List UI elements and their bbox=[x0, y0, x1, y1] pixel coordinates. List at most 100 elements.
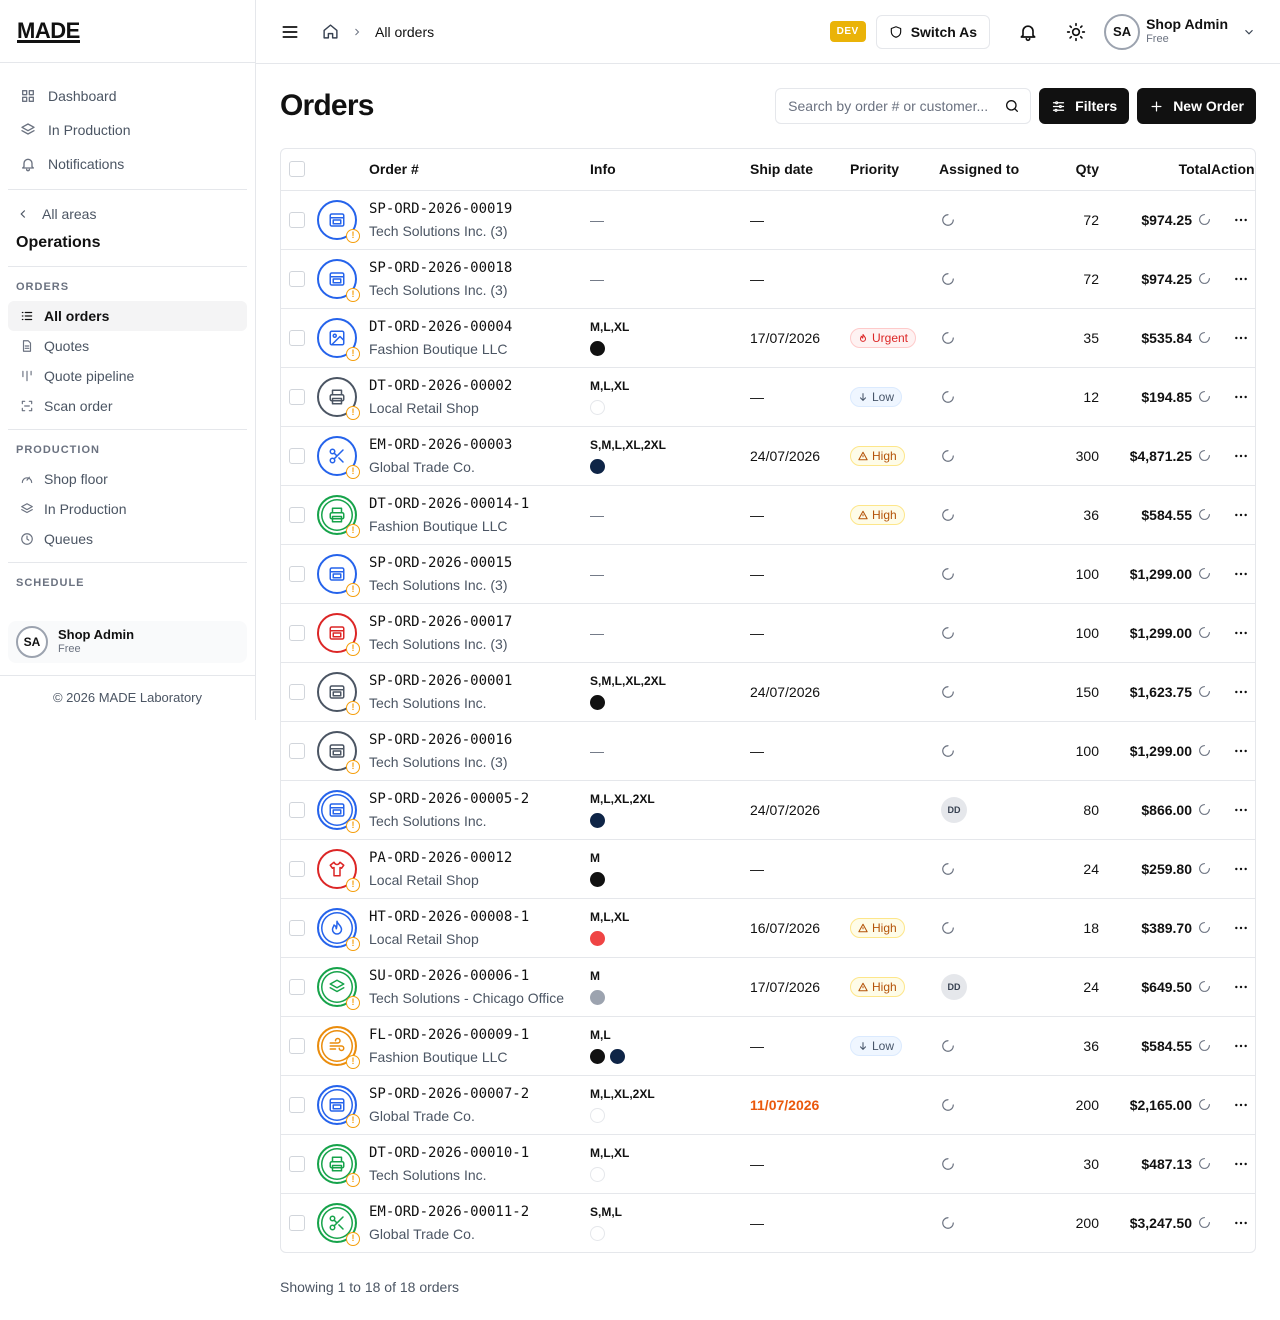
more-actions-icon[interactable] bbox=[1233, 743, 1249, 759]
more-actions-icon[interactable] bbox=[1233, 330, 1249, 346]
sidebar-item-notifications[interactable]: Notifications bbox=[8, 147, 247, 181]
order-number[interactable]: HT-ORD-2026-00008-1 bbox=[369, 906, 590, 928]
switch-as-button[interactable]: Switch As bbox=[875, 14, 991, 49]
bell-icon[interactable] bbox=[1018, 22, 1038, 42]
table-row[interactable]: ! SP-ORD-2026-00001 Tech Solutions Inc. S,M… bbox=[281, 662, 1255, 722]
sidebar-item-in-production[interactable]: In Production bbox=[8, 113, 247, 147]
more-actions-icon[interactable] bbox=[1233, 507, 1249, 523]
column-header-order[interactable]: Order # bbox=[369, 149, 590, 191]
more-actions-icon[interactable] bbox=[1233, 802, 1249, 818]
more-actions-icon[interactable] bbox=[1233, 389, 1249, 405]
row-checkbox[interactable] bbox=[289, 506, 305, 523]
sidebar-item-in-production[interactable]: In Production bbox=[8, 494, 247, 524]
sidebar-item-scan-order[interactable]: Scan order bbox=[8, 391, 247, 421]
table-row[interactable]: ! HT-ORD-2026-00008-1 Local Retail Shop M,L… bbox=[281, 898, 1255, 958]
assignee-avatar[interactable]: DD bbox=[941, 973, 967, 1000]
row-checkbox[interactable] bbox=[289, 329, 305, 346]
row-checkbox[interactable] bbox=[289, 1096, 305, 1113]
more-actions-icon[interactable] bbox=[1233, 979, 1249, 995]
select-all-checkbox[interactable] bbox=[289, 161, 305, 178]
row-checkbox[interactable] bbox=[289, 388, 305, 405]
table-row[interactable]: ! SP-ORD-2026-00007-2 Global Trade Co. M,L,… bbox=[281, 1075, 1255, 1135]
more-actions-icon[interactable] bbox=[1233, 1156, 1249, 1172]
order-number[interactable]: EM-ORD-2026-00011-2 bbox=[369, 1201, 590, 1223]
more-actions-icon[interactable] bbox=[1233, 1215, 1249, 1231]
table-row[interactable]: ! SP-ORD-2026-00005-2 Tech Solutions Inc. M… bbox=[281, 780, 1255, 840]
row-checkbox[interactable] bbox=[289, 742, 305, 759]
sidebar-item-dashboard[interactable]: Dashboard bbox=[8, 79, 247, 113]
more-actions-icon[interactable] bbox=[1233, 271, 1249, 287]
more-actions-icon[interactable] bbox=[1233, 861, 1249, 877]
sidebar-item-all-orders[interactable]: All orders bbox=[8, 301, 247, 331]
table-row[interactable]: ! DT-ORD-2026-00004 Fashion Boutique LLC M,… bbox=[281, 308, 1255, 368]
row-checkbox[interactable] bbox=[289, 270, 305, 287]
more-actions-icon[interactable] bbox=[1233, 625, 1249, 641]
more-actions-icon[interactable] bbox=[1233, 1038, 1249, 1054]
table-row[interactable]: ! FL-ORD-2026-00009-1 Fashion Boutique LLC… bbox=[281, 1016, 1255, 1076]
row-checkbox[interactable] bbox=[289, 978, 305, 995]
filters-button[interactable]: Filters bbox=[1039, 88, 1130, 124]
table-row[interactable]: ! SP-ORD-2026-00015 Tech Solutions Inc. (3… bbox=[281, 544, 1255, 604]
sun-icon[interactable] bbox=[1066, 22, 1086, 42]
order-number[interactable]: PA-ORD-2026-00012 bbox=[369, 847, 590, 869]
column-header-total[interactable]: Total bbox=[1111, 149, 1211, 191]
sidebar-item-queues[interactable]: Queues bbox=[8, 524, 247, 554]
table-row[interactable]: ! SP-ORD-2026-00016 Tech Solutions Inc. (3… bbox=[281, 721, 1255, 781]
order-number[interactable]: SP-ORD-2026-00007-2 bbox=[369, 1083, 590, 1105]
order-number[interactable]: DT-ORD-2026-00010-1 bbox=[369, 1142, 590, 1164]
row-checkbox[interactable] bbox=[289, 565, 305, 582]
table-row[interactable]: ! SP-ORD-2026-00019 Tech Solutions Inc. (3… bbox=[281, 190, 1255, 250]
more-actions-icon[interactable] bbox=[1233, 1097, 1249, 1113]
sidebar-item-shop-floor[interactable]: Shop floor bbox=[8, 464, 247, 494]
column-header-ship-date[interactable]: Ship date bbox=[750, 149, 850, 191]
table-row[interactable]: ! PA-ORD-2026-00012 Local Retail Shop M — 24 $… bbox=[281, 839, 1255, 899]
order-number[interactable]: DT-ORD-2026-00014-1 bbox=[369, 493, 590, 515]
more-actions-icon[interactable] bbox=[1233, 448, 1249, 464]
order-number[interactable]: SP-ORD-2026-00015 bbox=[369, 552, 590, 574]
order-number[interactable]: FL-ORD-2026-00009-1 bbox=[369, 1024, 590, 1046]
search-input[interactable] bbox=[788, 98, 1005, 114]
order-number[interactable]: EM-ORD-2026-00003 bbox=[369, 434, 590, 456]
table-row[interactable]: ! EM-ORD-2026-00003 Global Trade Co. S,M,L,… bbox=[281, 426, 1255, 486]
order-number[interactable]: SP-ORD-2026-00017 bbox=[369, 611, 590, 633]
column-header-qty[interactable]: Qty bbox=[1039, 149, 1111, 191]
table-row[interactable]: ! DT-ORD-2026-00014-1 Fashion Boutique LLC… bbox=[281, 485, 1255, 545]
row-checkbox[interactable] bbox=[289, 624, 305, 641]
table-row[interactable]: ! SU-ORD-2026-00006-1 Tech Solutions - Chi… bbox=[281, 957, 1255, 1017]
new-order-button[interactable]: New Order bbox=[1137, 88, 1256, 124]
table-row[interactable]: ! SP-ORD-2026-00017 Tech Solutions Inc. (3… bbox=[281, 603, 1255, 663]
order-number[interactable]: SP-ORD-2026-00019 bbox=[369, 198, 590, 220]
order-number[interactable]: SP-ORD-2026-00001 bbox=[369, 670, 590, 692]
user-menu[interactable]: SA Shop Admin Free bbox=[1104, 13, 1256, 50]
table-row[interactable]: ! EM-ORD-2026-00011-2 Global Trade Co. S,M,… bbox=[281, 1193, 1255, 1252]
row-checkbox[interactable] bbox=[289, 447, 305, 464]
row-checkbox[interactable] bbox=[289, 1214, 305, 1231]
row-checkbox[interactable] bbox=[289, 860, 305, 877]
sidebar-user-card[interactable]: SA Shop Admin Free bbox=[8, 621, 247, 663]
order-number[interactable]: DT-ORD-2026-00002 bbox=[369, 375, 590, 397]
order-number[interactable]: SP-ORD-2026-00016 bbox=[369, 729, 590, 751]
search-icon[interactable] bbox=[1004, 98, 1020, 114]
column-header-priority[interactable]: Priority bbox=[850, 149, 939, 191]
order-number[interactable]: DT-ORD-2026-00004 bbox=[369, 316, 590, 338]
order-number[interactable]: SU-ORD-2026-00006-1 bbox=[369, 965, 590, 987]
more-actions-icon[interactable] bbox=[1233, 566, 1249, 582]
more-actions-icon[interactable] bbox=[1233, 212, 1249, 228]
assignee-avatar[interactable]: DD bbox=[941, 796, 967, 823]
table-row[interactable]: ! SP-ORD-2026-00018 Tech Solutions Inc. (3… bbox=[281, 249, 1255, 309]
order-number[interactable]: SP-ORD-2026-00005-2 bbox=[369, 788, 590, 810]
more-actions-icon[interactable] bbox=[1233, 920, 1249, 936]
home-icon[interactable] bbox=[322, 23, 339, 40]
more-actions-icon[interactable] bbox=[1233, 684, 1249, 700]
order-number[interactable]: SP-ORD-2026-00018 bbox=[369, 257, 590, 279]
sidebar-item-quotes[interactable]: Quotes bbox=[8, 331, 247, 361]
brand-logo[interactable]: MADE bbox=[0, 0, 255, 63]
table-row[interactable]: ! DT-ORD-2026-00010-1 Tech Solutions Inc. M… bbox=[281, 1134, 1255, 1194]
row-checkbox[interactable] bbox=[289, 801, 305, 818]
back-to-all-areas[interactable]: All areas bbox=[0, 198, 255, 230]
row-checkbox[interactable] bbox=[289, 1155, 305, 1172]
menu-icon[interactable] bbox=[280, 22, 300, 42]
row-checkbox[interactable] bbox=[289, 211, 305, 228]
sidebar-item-quote-pipeline[interactable]: Quote pipeline bbox=[8, 361, 247, 391]
table-row[interactable]: ! DT-ORD-2026-00002 Local Retail Shop M,L,X… bbox=[281, 367, 1255, 427]
